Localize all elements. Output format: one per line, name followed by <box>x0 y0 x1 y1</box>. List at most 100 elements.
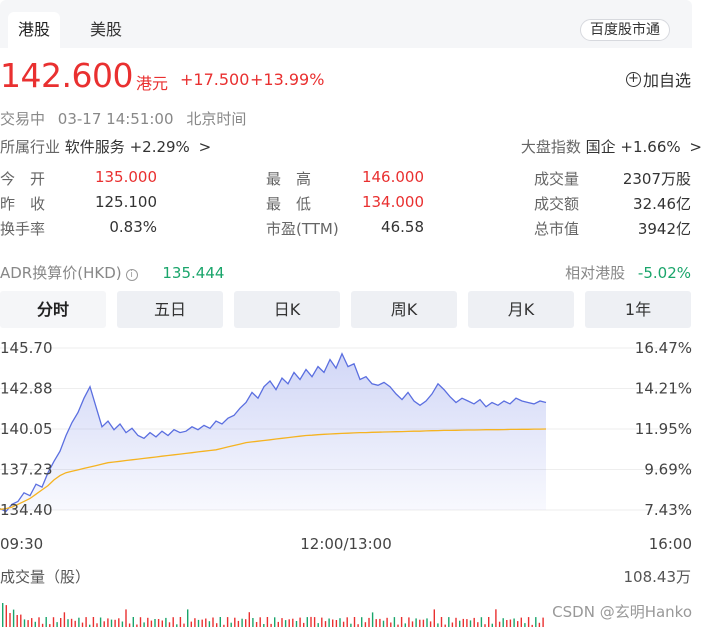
volume-bar <box>99 617 102 627</box>
volume-bar <box>310 616 312 627</box>
open-value: 135.000 <box>94 168 157 186</box>
volume-bar <box>237 620 240 627</box>
volume-bar <box>114 619 116 627</box>
volume-bar <box>168 622 171 627</box>
volume-bar <box>346 617 348 627</box>
volume-bar <box>9 613 11 627</box>
index-label: 大盘指数 <box>520 138 581 156</box>
turnover-label: 换手率 <box>0 220 46 238</box>
volume-bar <box>190 621 192 627</box>
volume-bar <box>498 621 501 627</box>
volume-bar <box>103 621 105 627</box>
volume-bar <box>205 618 207 627</box>
low-value: 134.000 <box>361 193 424 211</box>
timezone: 北京时间 <box>186 110 247 128</box>
volume-bar <box>488 617 490 627</box>
volume-bar <box>404 623 406 627</box>
tab-one-year[interactable]: 1年 <box>585 291 691 328</box>
tab-hk[interactable]: 港股 <box>8 12 60 48</box>
volume-bar <box>255 622 258 627</box>
y-tick-left: 145.70 <box>0 339 53 357</box>
volume-bar <box>506 620 508 627</box>
volume-bar <box>324 621 327 627</box>
volume-bar <box>422 619 425 627</box>
volume-bar <box>147 617 149 627</box>
amount-label: 成交额 <box>534 195 580 213</box>
index-link[interactable]: 大盘指数 国企 +1.66% > <box>521 136 702 157</box>
volume-bar <box>375 619 377 627</box>
market-tab-bar: 港股 美股 百度股市通 <box>0 0 692 48</box>
industry-link[interactable]: 所属行业 软件服务 +2.29% > <box>0 136 211 157</box>
intraday-chart[interactable]: 145.70 142.88 140.05 137.23 134.40 16.47% 14.2… <box>0 330 708 630</box>
volume-bar <box>31 618 33 627</box>
volume-bar <box>143 622 145 627</box>
volume-label: 成交量 <box>534 170 580 188</box>
high-value: 146.000 <box>361 168 424 186</box>
volume-bar <box>321 617 323 627</box>
volume-bar <box>16 615 18 627</box>
volume-bar <box>128 623 131 627</box>
tab-five-day[interactable]: 五日 <box>117 291 223 328</box>
volume-bar <box>473 617 475 627</box>
volume-bar <box>132 617 134 627</box>
volume-bar <box>295 621 298 627</box>
tab-weekly-k[interactable]: 周K <box>351 291 457 328</box>
y-tick-right: 9.69% <box>644 461 692 479</box>
adr-relative: 相对港股 -5.02% <box>565 262 691 283</box>
volume-bar <box>38 617 40 627</box>
volume-bar <box>408 617 410 627</box>
volume-bar <box>440 617 443 627</box>
add-watchlist-button[interactable]: + 加自选 <box>625 67 691 91</box>
volume-bar <box>437 623 439 627</box>
prev-close-label: 昨 收 <box>0 195 46 213</box>
trading-state: 交易中 <box>0 110 46 128</box>
volume-bar <box>339 618 341 627</box>
volume-bar <box>139 617 142 627</box>
volume-bar <box>41 623 44 627</box>
volume-bar <box>462 618 464 627</box>
volume-bar <box>411 621 414 627</box>
tab-monthly-k[interactable]: 月K <box>468 291 574 328</box>
volume-bar <box>386 617 388 627</box>
volume-bar <box>78 617 80 627</box>
volume-bar <box>317 623 319 627</box>
volume-bar <box>179 617 182 627</box>
volume-bar <box>509 619 512 627</box>
volume-bar <box>241 618 243 627</box>
volume-bar <box>429 621 432 627</box>
volume-bar <box>67 619 69 627</box>
volume-bar <box>96 623 98 627</box>
volume-bar <box>393 617 396 627</box>
y-tick-left: 142.88 <box>0 380 53 398</box>
pe-value: 46.58 <box>381 218 424 236</box>
adr-relative-label: 相对港股 <box>565 264 626 282</box>
volume-bar <box>23 619 26 627</box>
chevron-right-icon: > <box>689 138 702 156</box>
info-icon[interactable]: i <box>125 269 138 281</box>
market-cap-label: 总市值 <box>534 220 580 238</box>
adr-relative-value: -5.02% <box>637 264 691 282</box>
current-price: 142.600 <box>0 56 133 95</box>
y-tick-left: 134.40 <box>0 501 53 519</box>
price-change-pct: +13.99% <box>250 70 325 89</box>
volume-title: 成交量（股） <box>0 568 91 586</box>
volume-bar <box>150 620 153 627</box>
price-area <box>0 353 546 512</box>
volume-bar <box>491 623 493 627</box>
x-tick: 09:30 <box>0 535 43 553</box>
volume-bar <box>252 618 254 627</box>
tab-daily-k[interactable]: 日K <box>234 291 340 328</box>
tab-us[interactable]: 美股 <box>80 12 132 48</box>
tab-intraday[interactable]: 分时 <box>0 291 106 328</box>
volume-bar <box>118 618 120 627</box>
volume-bar <box>248 612 250 627</box>
volume-bar <box>34 621 36 627</box>
volume-bar <box>353 617 356 627</box>
volume-bar <box>502 618 504 627</box>
market-link-button[interactable]: 百度股市通 <box>580 19 670 41</box>
y-tick-left: 140.05 <box>0 420 53 438</box>
volume-bar <box>484 624 486 627</box>
volume-bar <box>161 620 163 627</box>
volume-bar <box>234 617 236 627</box>
volume-bar <box>513 618 515 627</box>
